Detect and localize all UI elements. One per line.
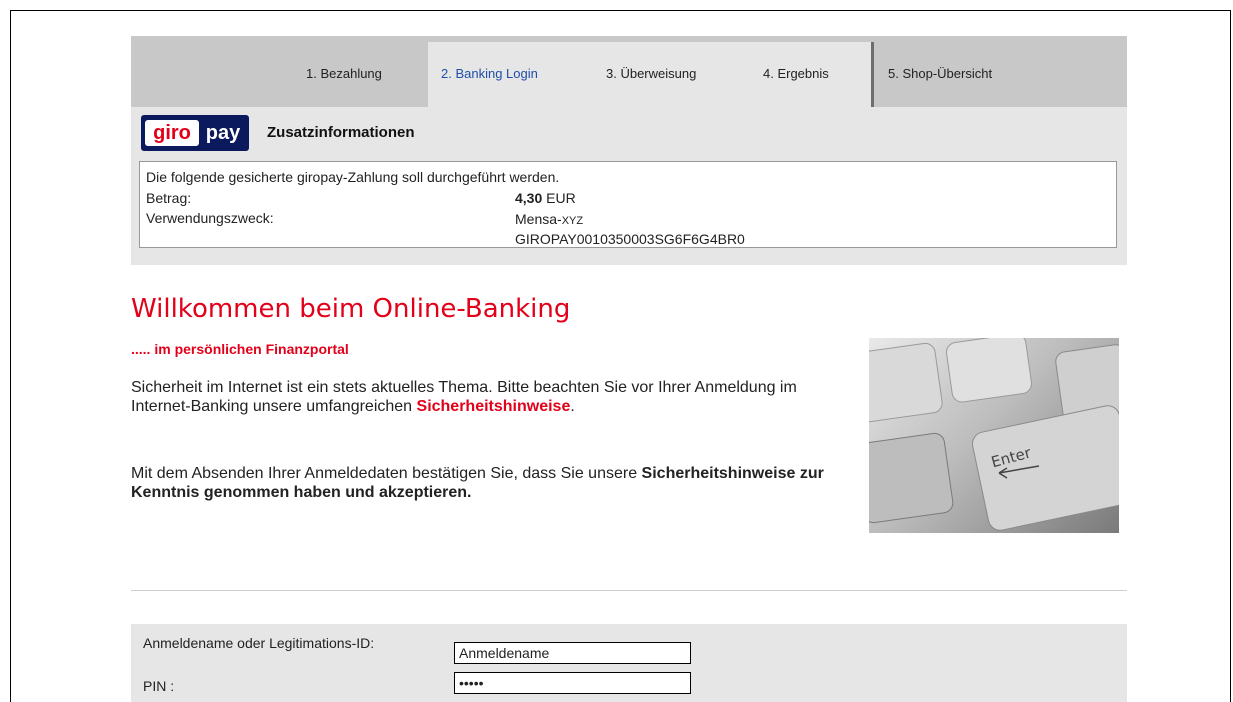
key-shape bbox=[869, 342, 943, 424]
pin-input[interactable] bbox=[454, 672, 691, 694]
security-text-end: . bbox=[570, 398, 575, 415]
security-paragraph: Sicherheit im Internet ist ein stets akt… bbox=[131, 378, 851, 416]
welcome-subtitle: ..... im persönlichen Finanzportal bbox=[131, 341, 349, 357]
step-tabs: 1. Bezahlung 2. Banking Login 3. Überwei… bbox=[131, 36, 1127, 107]
tab-ergebnis[interactable]: 4. Ergebnis bbox=[763, 66, 829, 81]
logo-giro-text: giro bbox=[145, 120, 199, 146]
tab-ueberweisung[interactable]: 3. Überweisung bbox=[606, 66, 696, 81]
username-label: Anmeldename oder Legitimations-ID: bbox=[143, 635, 375, 651]
keyboard-illustration: Enter bbox=[869, 338, 1119, 531]
amount-number: 4,30 bbox=[515, 190, 543, 206]
username-input[interactable] bbox=[454, 642, 691, 664]
key-shape bbox=[946, 338, 1032, 403]
amount-currency: EUR bbox=[546, 190, 576, 206]
payment-intro: Die folgende gesicherte giropay-Zahlung … bbox=[146, 169, 560, 185]
tab-banking-login[interactable]: 2. Banking Login bbox=[441, 66, 538, 81]
keyboard-image: Enter bbox=[869, 338, 1119, 533]
amount-value: 4,30 EUR bbox=[515, 190, 576, 206]
consent-text: Mit dem Absenden Ihrer Anmeldedaten best… bbox=[131, 465, 638, 482]
payment-info-panel: giro pay Zusatzinformationen Die folgend… bbox=[131, 107, 1127, 265]
tab-shadow bbox=[871, 42, 874, 107]
purpose-line1-suffix: XYZ bbox=[561, 215, 584, 227]
giropay-logo: giro pay bbox=[141, 115, 249, 151]
tab-bezahlung[interactable]: 1. Bezahlung bbox=[306, 66, 382, 81]
additional-info-heading: Zusatzinformationen bbox=[267, 124, 415, 141]
logo-pay-text: pay bbox=[205, 122, 241, 144]
pin-label: PIN : bbox=[143, 678, 175, 694]
security-notes-link[interactable]: Sicherheitshinweise bbox=[417, 398, 571, 415]
tab-shop-uebersicht[interactable]: 5. Shop-Übersicht bbox=[888, 66, 992, 81]
purpose-line1: Mensa- bbox=[515, 211, 562, 227]
welcome-title: Willkommen beim Online-Banking bbox=[131, 294, 571, 324]
section-divider bbox=[131, 590, 1127, 591]
login-form: Anmeldename oder Legitimations-ID: PIN : bbox=[131, 624, 1127, 702]
purpose-value: Mensa-XYZ GIROPAY0010350003SG6F6G4BR0 bbox=[515, 210, 745, 248]
purpose-line2: GIROPAY0010350003SG6F6G4BR0 bbox=[515, 231, 745, 247]
amount-label: Betrag: bbox=[146, 190, 192, 206]
key-shape bbox=[869, 432, 954, 524]
purpose-label: Verwendungszweck: bbox=[146, 210, 274, 226]
consent-paragraph: Mit dem Absenden Ihrer Anmeldedaten best… bbox=[131, 464, 851, 502]
payment-details-box: Die folgende gesicherte giropay-Zahlung … bbox=[139, 161, 1117, 248]
